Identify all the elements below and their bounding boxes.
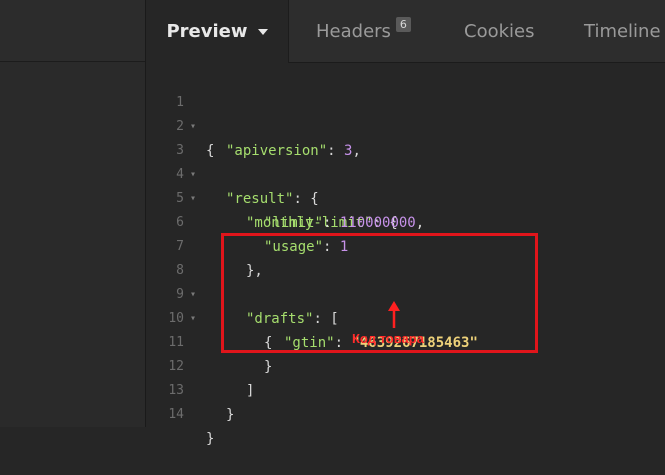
code-line: 9 ▾ { — [146, 259, 272, 351]
tab-headers[interactable]: Headers 6 — [316, 0, 411, 62]
response-tabbar: Preview Headers 6 Cookies Timeline — [146, 0, 665, 63]
code-text: ] — [246, 383, 255, 399]
fold-arrow-icon[interactable]: ▾ — [190, 283, 196, 307]
code-text: "result": { — [226, 191, 319, 207]
code-line: 7 }, — [146, 211, 263, 279]
tab-cookies-label: Cookies — [464, 20, 535, 42]
code-line: 8 ▾ "drafts": [ — [146, 235, 339, 327]
annotation-label: Код товара — [352, 331, 424, 346]
code-line: 12 ] — [146, 331, 254, 399]
headers-count-badge: 6 — [395, 16, 411, 32]
code-text: { — [206, 143, 215, 159]
tab-preview-label: Preview — [166, 21, 248, 42]
code-line: 13 } — [146, 355, 234, 423]
code-line: 4 ▾ "monthly-limit": { — [146, 139, 398, 231]
arrow-up-icon — [388, 301, 400, 328]
code-text: "apiversion": 3, — [226, 143, 361, 159]
tab-timeline-label: Timeline — [584, 20, 661, 42]
fold-arrow-icon[interactable]: ▾ — [190, 187, 196, 211]
code-line: 10 "gtin": "4639267185463" — [146, 283, 478, 351]
fold-arrow-icon[interactable]: ▾ — [190, 307, 196, 331]
fold-arrow-icon[interactable]: ▾ — [190, 163, 196, 187]
code-line: 5 "limit": 110000000, — [146, 163, 424, 231]
code-text: "limit": 110000000, — [264, 215, 425, 231]
line-number: 14 — [168, 407, 184, 422]
left-pane — [0, 0, 145, 427]
code-line: 6 "usage": 1 — [146, 187, 348, 255]
code-line: 14 } — [146, 379, 214, 447]
chevron-down-icon[interactable] — [257, 28, 268, 35]
fold-arrow-icon[interactable]: ▾ — [190, 115, 196, 139]
code-text: } — [226, 407, 235, 423]
code-text: } — [264, 359, 273, 375]
code-text: } — [206, 431, 215, 447]
code-line: 11 } — [146, 307, 272, 375]
tab-cookies[interactable]: Cookies — [464, 0, 534, 62]
left-pane-header — [0, 0, 145, 62]
tab-preview[interactable]: Preview — [146, 0, 289, 63]
code-line: 3 ▾ "result": { — [146, 115, 319, 207]
tab-headers-label: Headers — [316, 20, 391, 42]
code-line: 2 "apiversion": 3, — [146, 91, 361, 159]
code-line: 1 ▾ { — [146, 67, 214, 159]
tab-timeline[interactable]: Timeline — [584, 0, 661, 62]
